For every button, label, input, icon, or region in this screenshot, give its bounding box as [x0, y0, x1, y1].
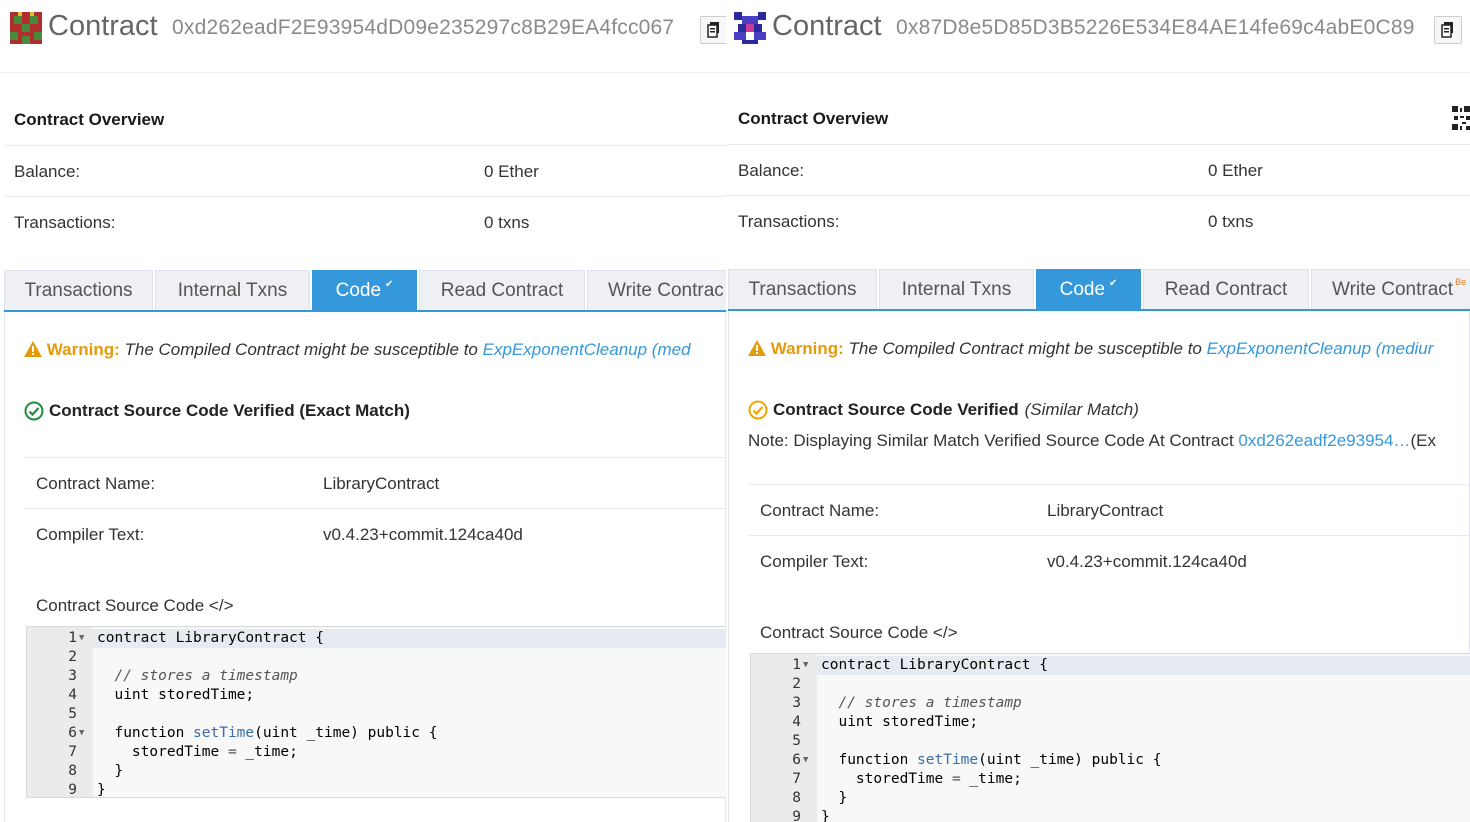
code-editor[interactable]: 1 ▼ contract LibraryContract {2 3 // stores…: [26, 626, 726, 798]
tab-transactions[interactable]: Transactions: [728, 269, 877, 311]
compiler-text-label: Compiler Text:: [36, 525, 145, 544]
page-title: Contract: [772, 10, 882, 42]
compiler-text-label: Compiler Text:: [760, 552, 869, 571]
warning-link[interactable]: ExpExponentCleanup (mediur: [1207, 339, 1434, 358]
fold-arrow-icon[interactable]: ▼: [803, 656, 808, 675]
verified-status: Contract Source Code Verified (Exact Mat…: [24, 401, 410, 421]
line-number: 6: [792, 752, 801, 768]
code-editor[interactable]: 1 ▼ contract LibraryContract {2 3 // stores…: [750, 653, 1470, 822]
code-line: // stores a timestamp: [97, 668, 298, 684]
copy-icon: [707, 22, 719, 38]
code-line: storedTime = _time;: [821, 771, 1022, 787]
tab-internal-txns[interactable]: Internal Txns: [879, 269, 1034, 311]
line-number: 8: [68, 763, 77, 779]
line-number: 7: [792, 771, 801, 787]
code-line: contract LibraryContract {: [97, 630, 324, 646]
tab-bar: Transactions Internal Txns Code ✔ Read Co…: [726, 269, 1470, 311]
line-number: 4: [792, 714, 801, 730]
qr-code-icon[interactable]: [1452, 106, 1470, 130]
line-number: 2: [68, 649, 77, 665]
identicon-purple-icon: [734, 12, 766, 44]
similar-contract-link[interactable]: 0xd262eadf2e93954…: [1238, 431, 1410, 450]
line-number: 1: [68, 630, 77, 646]
left-contract-pane: Contract 0xd262eadF2E93954dD09e235297c8B…: [0, 0, 726, 822]
compiler-text-value: v0.4.23+commit.124ca40d: [323, 525, 523, 544]
tab-read-contract[interactable]: Read Contract: [419, 270, 585, 312]
fold-arrow-icon[interactable]: ▼: [803, 751, 808, 770]
tab-internal-txns[interactable]: Internal Txns: [155, 270, 310, 312]
line-number: 3: [792, 695, 801, 711]
tab-write-contract[interactable]: Write Contract Be: [1311, 269, 1470, 311]
line-number: 9: [792, 809, 801, 822]
transactions-label: Transactions:: [738, 212, 840, 231]
contract-name-label: Contract Name:: [36, 474, 156, 493]
transactions-label: Transactions:: [14, 213, 116, 232]
page-title: Contract: [48, 10, 158, 42]
verified-status: Contract Source Code Verified (Similar Ma…: [748, 400, 1139, 420]
balance-value: 0 Ether: [1208, 161, 1263, 180]
overview-title: Contract Overview: [14, 110, 165, 129]
tab-bar: Transactions Internal Txns Code ✔ Read Co…: [0, 270, 726, 312]
line-number: 6: [68, 725, 77, 741]
code-line: uint storedTime;: [821, 714, 979, 730]
identicon-red-green-icon: [10, 12, 42, 44]
contract-header: Contract 0xd262eadF2E93954dD09e235297c8B…: [0, 0, 726, 73]
line-number: 3: [68, 668, 77, 684]
balance-label: Balance:: [738, 161, 805, 180]
code-line: }: [97, 782, 106, 798]
code-line: uint storedTime;: [97, 687, 255, 703]
fold-arrow-icon[interactable]: ▼: [79, 629, 84, 648]
code-line: storedTime = _time;: [97, 744, 298, 760]
code-line: function setTime(uint _time) public {: [97, 725, 438, 741]
copy-icon: [1441, 22, 1453, 38]
line-number: 7: [68, 744, 77, 760]
tab-transactions[interactable]: Transactions: [4, 270, 153, 312]
line-number: 4: [68, 687, 77, 703]
check-circle-icon: [748, 400, 768, 420]
contract-name-value: LibraryContract: [1047, 501, 1164, 520]
similar-match-note: Note: Displaying Similar Match Verified …: [748, 431, 1436, 450]
line-number: 2: [792, 676, 801, 692]
line-number: 5: [792, 733, 801, 749]
check-circle-icon: [24, 401, 44, 421]
line-number: 5: [68, 706, 77, 722]
warning-triangle-icon: [748, 340, 766, 356]
warning-triangle-icon: [24, 341, 42, 357]
contract-address: 0xd262eadF2E93954dD09e235297c8B29EA4fcc0…: [172, 16, 675, 39]
balance-label: Balance:: [14, 162, 81, 181]
transactions-value: 0 txns: [484, 213, 530, 232]
line-number: 8: [792, 790, 801, 806]
tab-code[interactable]: Code ✔: [312, 270, 417, 312]
source-code-label: Contract Source Code </>: [760, 623, 958, 642]
line-number: 9: [68, 782, 77, 798]
contract-header: Contract 0x87D8e5D85D3B5226E534E84AE14fe…: [726, 0, 1470, 73]
tab-read-contract[interactable]: Read Contract: [1143, 269, 1309, 311]
code-line: // stores a timestamp: [821, 695, 1022, 711]
code-line: }: [821, 809, 830, 822]
transactions-value: 0 txns: [1208, 212, 1254, 231]
compiler-text-value: v0.4.23+commit.124ca40d: [1047, 552, 1247, 571]
overview-title: Contract Overview: [738, 109, 889, 128]
source-code-label: Contract Source Code </>: [36, 596, 234, 615]
code-line: }: [97, 763, 124, 779]
check-circle-icon: ✔: [1109, 277, 1118, 289]
compiler-warning: Warning: The Compiled Contract might be …: [748, 339, 1433, 359]
compiler-warning: Warning: The Compiled Contract might be …: [24, 340, 691, 360]
code-line: contract LibraryContract {: [821, 657, 1048, 673]
tab-code[interactable]: Code ✔: [1036, 269, 1141, 311]
fold-arrow-icon[interactable]: ▼: [79, 724, 84, 743]
contract-name-label: Contract Name:: [760, 501, 880, 520]
check-circle-icon: ✔: [385, 278, 394, 290]
contract-name-value: LibraryContract: [323, 474, 440, 493]
warning-link[interactable]: ExpExponentCleanup (med: [483, 340, 691, 359]
contract-address: 0x87D8e5D85D3B5226E534E84AE14fe69c4abE0C…: [896, 16, 1415, 39]
copy-address-button[interactable]: [700, 16, 726, 44]
tab-write-contract[interactable]: Write Contrac: [587, 270, 726, 312]
line-number: 1: [792, 657, 801, 673]
code-line: function setTime(uint _time) public {: [821, 752, 1162, 768]
code-line: }: [821, 790, 848, 806]
copy-address-button[interactable]: [1434, 16, 1462, 44]
right-contract-pane: Contract 0x87D8e5D85D3B5226E534E84AE14fe…: [726, 0, 1470, 822]
balance-value: 0 Ether: [484, 162, 539, 181]
